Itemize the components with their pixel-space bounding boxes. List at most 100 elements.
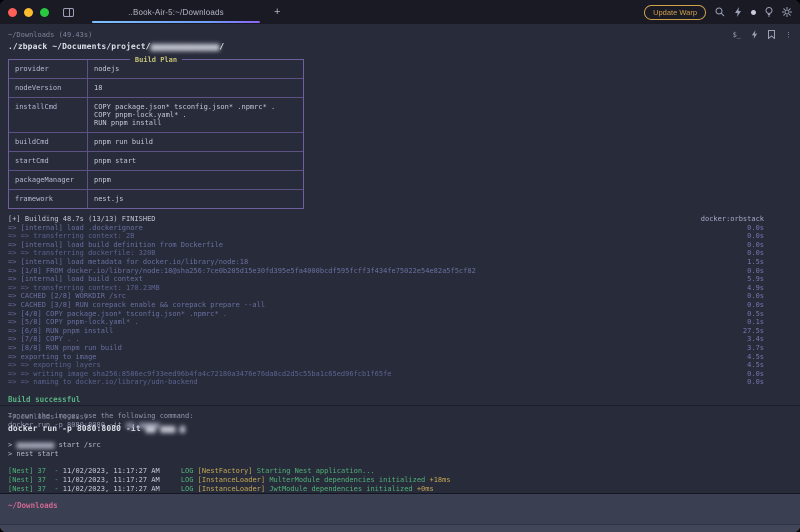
- docker-step-time: 3.7s: [741, 344, 764, 353]
- docker-step-line: => [1/8] FROM docker.io/library/node:18@…: [8, 267, 764, 276]
- build-plan-row: startCmdpnpm start: [9, 151, 303, 170]
- build-plan-row: nodeVersion18: [9, 78, 303, 97]
- docker-step-line: => [5/8] COPY pnpm-lock.yaml* .0.1s: [8, 318, 764, 327]
- split-pane-icon[interactable]: [63, 8, 74, 17]
- traffic-lights: [8, 8, 49, 17]
- build-successful-message: Build successful: [8, 395, 792, 404]
- docker-step-line: => [8/8] RUN pnpm run build3.7s: [8, 344, 764, 353]
- docker-context-label: docker:orbstack: [701, 215, 764, 224]
- nest-log-line: [Nest] 37 - 11/02/2023, 11:17:27 AM LOG …: [8, 476, 792, 485]
- docker-step-time: 0.0s: [741, 292, 764, 301]
- docker-step-time: 0.0s: [741, 378, 764, 387]
- docker-step-time: 5.9s: [741, 275, 764, 284]
- build-plan-value: COPY package.json* tsconfig.json* .npmrc…: [87, 98, 303, 132]
- redacted-project-name: ▆▆▆▆▆▆▆▆▆▆▆▆▆▆: [151, 42, 220, 51]
- docker-step-line: => CACHED [2/8] WORKDIR /src0.0s: [8, 292, 764, 301]
- docker-step-line: => => transferring context: 2B0.0s: [8, 232, 764, 241]
- build-plan-key: installCmd: [9, 98, 87, 132]
- nest-log-line: [Nest] 37 - 11/02/2023, 11:17:27 AM LOG …: [8, 467, 792, 476]
- command-block-zbpack: ~/Downloads (49.43s) $_ ⋮ ./zbpack ~/Doc…: [0, 24, 800, 405]
- docker-step-line: => [internal] load build context5.9s: [8, 275, 764, 284]
- build-plan-key: startCmd: [9, 152, 87, 170]
- docker-step-time: 0.0s: [741, 249, 764, 258]
- active-tab-underline: [92, 21, 260, 23]
- build-plan-value: pnpm run build: [87, 133, 303, 151]
- docker-step-time: 0.0s: [741, 370, 764, 379]
- prompt-path: ~/Downloads: [8, 499, 792, 510]
- build-plan-value: 18: [87, 79, 303, 97]
- npm-start-line: > ▆▆▆▆▆▆▆▆▆ start /src: [8, 441, 792, 450]
- nest-log-line: [Nest] 37 - 11/02/2023, 11:17:27 AM LOG …: [8, 485, 792, 493]
- docker-step-time: 0.0s: [741, 241, 764, 250]
- command-input-strip[interactable]: [0, 524, 800, 532]
- docker-step-time: 0.0s: [741, 224, 764, 233]
- docker-step-line: => => writing image sha256:8586ec9f33eed…: [8, 370, 764, 379]
- command-block-docker-run: ~/Downloads (6.88s) docker run -p 8080:8…: [0, 405, 800, 493]
- docker-step-line: => => exporting layers4.5s: [8, 361, 764, 370]
- docker-step-line: => CACHED [3/8] RUN corepack enable && c…: [8, 301, 764, 310]
- build-plan-row: buildCmdpnpm run build: [9, 132, 303, 151]
- docker-step-time: 4.5s: [741, 361, 764, 370]
- warp-terminal-window: ..Book-Air-5:~/Downloads + Update Warp: [0, 0, 800, 532]
- docker-step-time: 4.5s: [741, 353, 764, 362]
- search-icon[interactable]: [715, 7, 725, 17]
- docker-finished-line: [+] Building 48.7s (13/13) FINISHED: [8, 215, 156, 224]
- docker-step-line: => [internal] load build definition from…: [8, 241, 764, 250]
- build-plan-key: provider: [9, 60, 87, 78]
- bookmark-icon[interactable]: [768, 30, 775, 39]
- notification-dot-icon: [751, 10, 756, 15]
- docker-step-line: => => naming to docker.io/library/udn-ba…: [8, 378, 764, 387]
- build-plan-row: packageManagerpnpm: [9, 170, 303, 189]
- docker-step-time: 0.0s: [741, 232, 764, 241]
- lightning-icon[interactable]: [734, 7, 742, 17]
- build-plan-key: nodeVersion: [9, 79, 87, 97]
- bolt-icon[interactable]: [751, 30, 758, 39]
- tab-title: ..Book-Air-5:~/Downloads: [128, 8, 224, 17]
- zbpack-command[interactable]: ./zbpack ~/Documents/project/▆▆▆▆▆▆▆▆▆▆▆…: [8, 42, 792, 51]
- docker-step-time: 3.4s: [741, 335, 764, 344]
- docker-step-time: 0.0s: [741, 267, 764, 276]
- build-plan-title: Build Plan: [130, 56, 182, 64]
- build-plan-value: pnpm start: [87, 152, 303, 170]
- terminal-prompt-icon[interactable]: $_: [733, 31, 741, 39]
- bulb-icon[interactable]: [765, 7, 773, 17]
- redacted-package-name: ▆▆▆▆▆▆▆▆▆: [16, 441, 54, 449]
- block-path-duration: ~/Downloads (6.88s): [8, 413, 88, 421]
- docker-step-time: 1.5s: [741, 258, 764, 267]
- docker-step-line: => exporting to image4.5s: [8, 353, 764, 362]
- docker-step-line: => [internal] load metadata for docker.i…: [8, 258, 764, 267]
- docker-step-line: => [7/8] COPY . .3.4s: [8, 335, 764, 344]
- update-warp-button[interactable]: Update Warp: [644, 5, 706, 20]
- build-plan-row: installCmdCOPY package.json* tsconfig.js…: [9, 97, 303, 132]
- docker-step-time: 0.5s: [741, 310, 764, 319]
- zoom-window-button[interactable]: [40, 8, 49, 17]
- new-tab-button[interactable]: +: [274, 6, 280, 18]
- docker-step-line: => => transferring context: 170.23MB4.9s: [8, 284, 764, 293]
- build-plan-value: nodejs: [87, 60, 303, 78]
- build-plan-row: frameworknest.js: [9, 189, 303, 208]
- close-window-button[interactable]: [8, 8, 17, 17]
- build-plan-key: buildCmd: [9, 133, 87, 151]
- docker-step-line: => => transferring dockerfile: 320B0.0s: [8, 249, 764, 258]
- build-plan-key: packageManager: [9, 171, 87, 189]
- docker-step-line: => [4/8] COPY package.json* tsconfig.jso…: [8, 310, 764, 319]
- kebab-menu-icon[interactable]: ⋮: [785, 31, 792, 39]
- build-plan-value: nest.js: [87, 190, 303, 208]
- docker-step-line: => [internal] load .dockerignore0.0s: [8, 224, 764, 233]
- build-plan-key: framework: [9, 190, 87, 208]
- build-plan-value: pnpm: [87, 171, 303, 189]
- minimize-window-button[interactable]: [24, 8, 33, 17]
- docker-step-time: 0.1s: [741, 318, 764, 327]
- tab-downloads[interactable]: ..Book-Air-5:~/Downloads: [92, 0, 260, 24]
- titlebar: ..Book-Air-5:~/Downloads + Update Warp: [0, 0, 800, 24]
- docker-step-time: 27.5s: [737, 327, 764, 336]
- docker-step-time: 0.0s: [741, 301, 764, 310]
- docker-step-time: 4.9s: [741, 284, 764, 293]
- current-prompt-block[interactable]: ~/Downloads: [0, 493, 800, 532]
- build-plan-table: Build Plan providernodejsnodeVersion18in…: [8, 59, 304, 209]
- terminal-area: ~/Downloads (49.43s) $_ ⋮ ./zbpack ~/Doc…: [0, 24, 800, 532]
- redacted-image-name: ▆▆ ▆▆▆.▆: [146, 424, 185, 433]
- docker-step-line: => [6/8] RUN pnpm install27.5s: [8, 327, 764, 336]
- nest-start-line: > nest start: [8, 450, 792, 459]
- gear-icon[interactable]: [782, 7, 792, 17]
